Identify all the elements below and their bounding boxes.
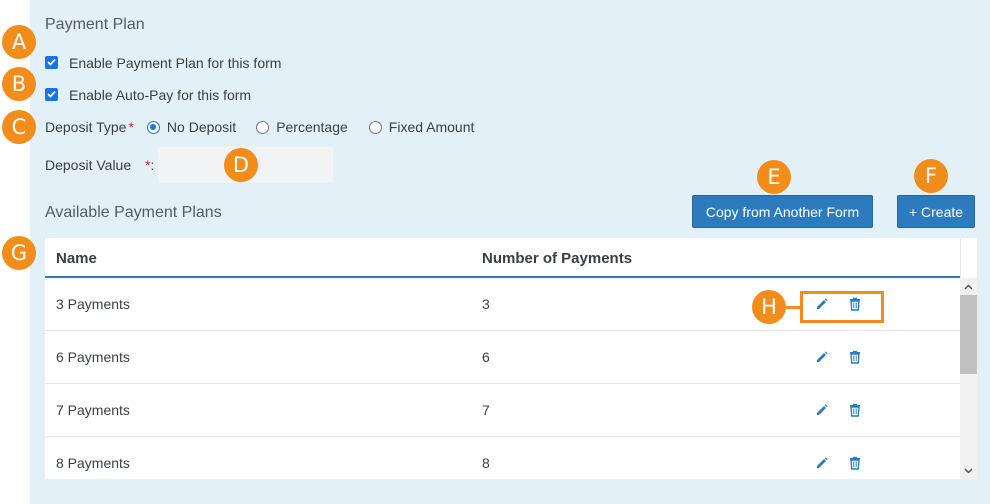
column-header-number-of-payments[interactable]: Number of Payments (482, 250, 632, 267)
radio-selected-icon[interactable] (146, 120, 160, 134)
annotation-badge-f: F (914, 159, 948, 193)
deposit-type-label: Deposit Type (45, 119, 127, 135)
create-button[interactable]: + Create (897, 195, 975, 228)
annotation-highlight-box (800, 291, 884, 323)
edit-pencil-icon[interactable] (815, 456, 829, 470)
annotation-badge-g: G (2, 236, 36, 270)
deposit-type-row: Deposit Type * No Deposit Percentage Fix… (45, 119, 474, 135)
trash-icon[interactable] (848, 403, 862, 417)
required-marker: * (128, 119, 134, 135)
annotation-connector (786, 306, 800, 309)
scroll-thumb[interactable] (960, 295, 977, 374)
enable-payment-plan-checkbox[interactable]: Enable Payment Plan for this form (45, 55, 281, 71)
checkbox-label: Enable Auto-Pay for this form (69, 87, 252, 103)
radio-label: Percentage (276, 119, 348, 135)
copy-from-another-form-button[interactable]: Copy from Another Form (692, 195, 873, 228)
table-scrollbar[interactable] (960, 278, 977, 479)
radio-label: No Deposit (166, 119, 237, 135)
cell-count: 3 (482, 296, 490, 312)
annotation-badge-b: B (2, 67, 36, 101)
edit-pencil-icon[interactable] (815, 350, 829, 364)
table-row: 7 Payments 7 (45, 384, 960, 437)
edit-pencil-icon[interactable] (815, 403, 829, 417)
payment-plans-table: Name Number of Payments 3 Payments 3 6 P… (45, 238, 977, 479)
radio-label: Fixed Amount (388, 119, 475, 135)
table-row: 6 Payments 6 (45, 331, 960, 384)
trash-icon[interactable] (848, 350, 862, 364)
annotation-badge-a: A (2, 25, 36, 59)
radio-icon[interactable] (256, 120, 270, 134)
column-header-name[interactable]: Name (56, 250, 97, 267)
deposit-value-text: Deposit Value (45, 157, 132, 173)
radio-fixed-amount[interactable]: Fixed Amount (368, 119, 475, 135)
radio-no-deposit[interactable]: No Deposit (146, 119, 237, 135)
annotation-badge-e: E (757, 160, 791, 194)
check-icon[interactable] (45, 55, 58, 69)
radio-percentage[interactable]: Percentage (256, 119, 348, 135)
scroll-up-icon[interactable] (960, 278, 977, 295)
cell-count: 7 (482, 402, 490, 418)
deposit-value-label: Deposit Value *: (45, 157, 154, 173)
header-gap (960, 238, 977, 278)
trash-icon[interactable] (848, 456, 862, 470)
cell-count: 8 (482, 455, 490, 471)
annotation-badge-c: C (2, 110, 36, 144)
cell-name: 7 Payments (56, 402, 130, 418)
check-icon[interactable] (45, 87, 58, 101)
annotation-badge-d: D (224, 148, 258, 182)
annotation-badge-h: H (752, 290, 786, 324)
cell-count: 6 (482, 349, 490, 365)
table-row: 8 Payments 8 (45, 437, 960, 479)
radio-icon[interactable] (368, 120, 382, 134)
available-plans-title: Available Payment Plans (45, 204, 222, 221)
table-header: Name Number of Payments (45, 238, 960, 278)
checkbox-label: Enable Payment Plan for this form (69, 55, 282, 71)
scroll-down-icon[interactable] (960, 462, 977, 479)
cell-name: 3 Payments (56, 296, 130, 312)
colon: : (150, 157, 155, 173)
enable-auto-pay-checkbox[interactable]: Enable Auto-Pay for this form (45, 87, 251, 103)
cell-name: 8 Payments (56, 455, 130, 471)
cell-name: 6 Payments (56, 349, 130, 365)
section-title: Payment Plan (45, 16, 145, 33)
